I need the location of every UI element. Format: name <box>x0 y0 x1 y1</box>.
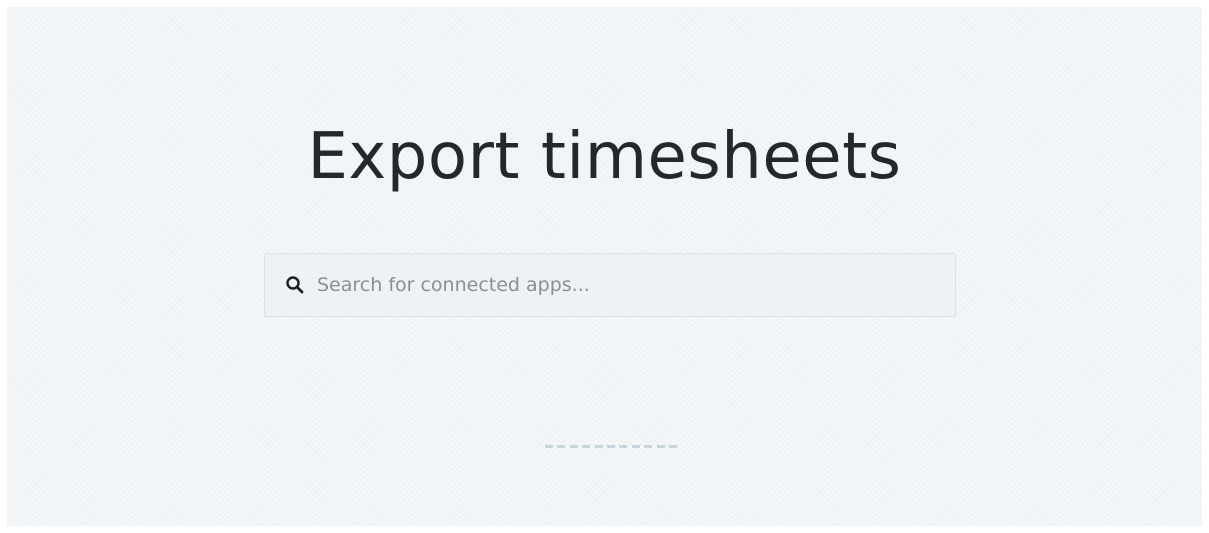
loader-segment <box>619 445 628 448</box>
loader-segment <box>606 445 615 448</box>
loader-segment <box>557 445 566 448</box>
search-icon <box>286 276 304 294</box>
loader-segment <box>582 445 591 448</box>
loader-segment <box>594 445 603 448</box>
search-input[interactable] <box>317 265 955 305</box>
loader-segment <box>668 445 677 448</box>
loader-segment <box>656 445 665 448</box>
main-panel: Export timesheets <box>7 7 1202 526</box>
search-box[interactable] <box>264 253 956 317</box>
page-title: Export timesheets <box>307 120 902 194</box>
loader-segment <box>644 445 653 448</box>
loading-indicator <box>545 445 677 448</box>
loader-segment <box>631 445 640 448</box>
loader-segment <box>569 445 578 448</box>
loader-segment <box>545 445 553 448</box>
